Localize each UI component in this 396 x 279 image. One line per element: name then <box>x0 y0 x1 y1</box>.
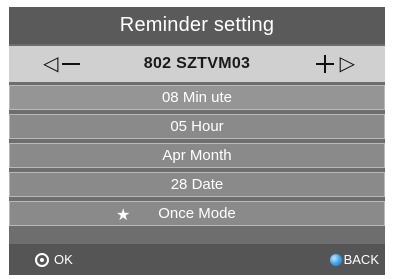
blue-button-icon <box>329 253 342 266</box>
month-value: Apr Month <box>162 147 232 164</box>
month-row[interactable]: Apr Month <box>9 143 385 168</box>
back-button[interactable]: BACK <box>329 252 379 267</box>
back-label: BACK <box>343 252 379 267</box>
hour-value: 05 Hour <box>170 118 224 135</box>
channel-name: 802 SZTVM03 <box>143 55 251 72</box>
date-value: 28 Date <box>170 176 224 193</box>
minute-row[interactable]: 08 Min ute <box>9 85 385 110</box>
reminder-setting-panel: Reminder setting ◁ 802 SZTVM03 ▷ 08 Min … <box>9 7 385 275</box>
star-icon: ★ <box>116 207 131 224</box>
ok-label: OK <box>54 252 73 267</box>
minus-icon <box>62 63 81 65</box>
mode-row[interactable]: ★ Once Mode <box>9 201 385 226</box>
footer-bar: OK BACK <box>9 244 385 275</box>
date-row[interactable]: 28 Date <box>9 172 385 197</box>
page-title: Reminder setting <box>119 14 275 36</box>
minute-value: 08 Min ute <box>161 89 233 106</box>
ok-button[interactable]: OK <box>35 252 73 267</box>
right-arrow-icon: ▷ <box>339 53 355 75</box>
channel-next-button[interactable]: ▷ <box>315 52 355 76</box>
plus-icon <box>315 55 334 73</box>
channel-selector[interactable]: ◁ 802 SZTVM03 ▷ <box>9 46 385 82</box>
channel-prev-button[interactable]: ◁ <box>43 53 81 75</box>
ok-circle-icon <box>35 252 49 267</box>
mode-value: Once Mode <box>158 205 236 222</box>
hour-row[interactable]: 05 Hour <box>9 114 385 139</box>
left-arrow-icon: ◁ <box>43 53 59 75</box>
title-bar: Reminder setting <box>9 7 385 44</box>
settings-list: 08 Min ute 05 Hour Apr Month 28 Date ★ O… <box>9 85 385 230</box>
